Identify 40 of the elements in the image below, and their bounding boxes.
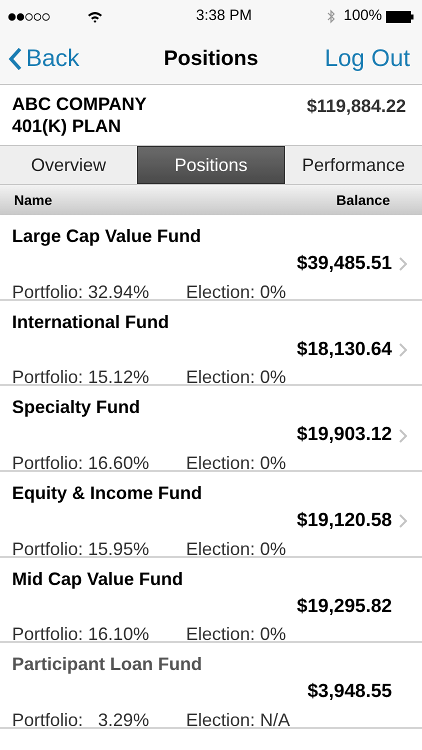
fund-balance: $3,948.55 — [307, 680, 392, 704]
wifi-icon — [87, 10, 103, 22]
fund-name: Mid Cap Value Fund — [12, 568, 184, 591]
back-button[interactable]: Back — [8, 40, 80, 76]
battery-icon — [386, 10, 414, 22]
plan-name: ABC COMPANY 401(K) PLAN — [12, 93, 147, 138]
portfolio-share: Portfolio: 3.29% — [12, 708, 150, 732]
tab[interactable]: Overview — [0, 146, 137, 184]
fund-name: Large Cap Value Fund — [12, 225, 202, 248]
election-share: Election: 0% — [186, 280, 286, 304]
log-out-button[interactable]: Log Out — [324, 40, 410, 76]
fund-row[interactable]: Mid Cap Value Fund $19,295.82 Portfolio: 16.10% Election: 0% — [0, 558, 422, 644]
fund-name: International Fund — [12, 310, 170, 334]
column-header: Name — [14, 190, 52, 210]
battery-percent: 100% — [344, 6, 382, 26]
fund-name: Equity & Income Fund — [12, 482, 204, 506]
fund-balance: $18,130.64 — [296, 338, 392, 362]
fund-balance: $19,295.82 — [296, 594, 392, 619]
fund-balance: $19,903.12 — [296, 423, 392, 448]
fund-row[interactable]: Large Cap Value Fund $39,485.51 Portfolio: 32.94% Election: 0% — [0, 215, 422, 301]
portfolio-share: Portfolio: 32.94% — [12, 280, 150, 304]
fund-name: Participant Loan Fund — [12, 653, 204, 676]
fund-row[interactable]: International Fund $18,130.64 Portfolio: 15.12% Election: 0% — [0, 300, 422, 386]
fund-row[interactable]: Specialty Fund $19,903.12 Portfolio: 16.60% Election: 0% — [0, 386, 422, 472]
fund-name: Specialty Fund — [12, 396, 142, 420]
column-header: Balance — [336, 190, 390, 210]
bluetooth-icon — [326, 9, 336, 24]
back-chevron-icon — [8, 46, 22, 70]
election-share: Election: N/A — [186, 708, 290, 732]
signal-icon — [8, 12, 52, 20]
fund-row[interactable]: Equity & Income Fund $19,120.58 Portfolio: 15.95% Election: 0% — [0, 472, 422, 558]
status-time: 3:38 PM — [196, 6, 252, 26]
plan-balance: $119,884.22 — [306, 95, 406, 118]
portfolio-share: Portfolio: 16.60% — [12, 452, 150, 475]
screen-title: Positions — [164, 46, 258, 72]
fund-balance: $19,120.58 — [296, 509, 392, 534]
tab[interactable]: Performance — [285, 146, 422, 184]
election-share: Election: 0% — [186, 452, 286, 475]
fund-balance: $39,485.51 — [296, 252, 392, 276]
tab[interactable]: Positions — [137, 146, 285, 184]
